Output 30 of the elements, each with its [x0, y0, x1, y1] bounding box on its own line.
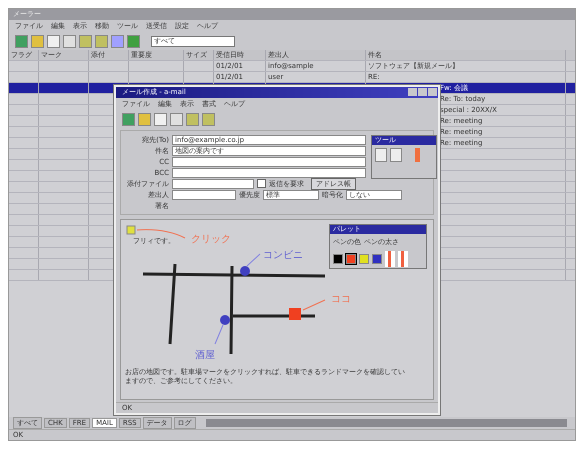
input-field[interactable] — [172, 178, 254, 188]
map-annotation: コンビニ — [263, 249, 303, 262]
color-swatch[interactable] — [346, 254, 356, 264]
input-field[interactable] — [172, 156, 366, 166]
toolbar-icon[interactable] — [79, 34, 92, 48]
input-field[interactable] — [172, 190, 236, 200]
toolbar-icon[interactable] — [138, 112, 151, 126]
toolbar-icon[interactable] — [122, 112, 135, 126]
toolbar-icon[interactable] — [111, 34, 124, 48]
map-annotation: 酒屋 — [195, 348, 215, 362]
scrollbar[interactable] — [206, 419, 567, 427]
color-swatch[interactable] — [333, 254, 343, 264]
toolbar-icon[interactable] — [15, 34, 28, 48]
map-annotation: クリック — [191, 233, 231, 246]
checkbox[interactable] — [257, 179, 266, 188]
toolbar-icon[interactable] — [202, 112, 215, 126]
toolbar-icon[interactable] — [63, 34, 76, 48]
toolbar-icon[interactable] — [154, 112, 167, 126]
toolbar-icon[interactable] — [127, 34, 140, 48]
pen-width-icon[interactable] — [398, 251, 408, 267]
toolbar-icon[interactable] — [95, 34, 108, 48]
pen-width-icon[interactable] — [385, 251, 395, 267]
toolbar-icon[interactable] — [47, 34, 60, 48]
toolbar-icon[interactable] — [186, 112, 199, 126]
map-annotation: ココ — [331, 293, 351, 306]
input-field[interactable] — [172, 168, 366, 178]
toolbar-icon[interactable] — [31, 34, 44, 48]
color-swatch[interactable] — [372, 254, 382, 264]
color-swatch[interactable] — [359, 254, 369, 264]
toolbar-icon[interactable] — [170, 112, 183, 126]
